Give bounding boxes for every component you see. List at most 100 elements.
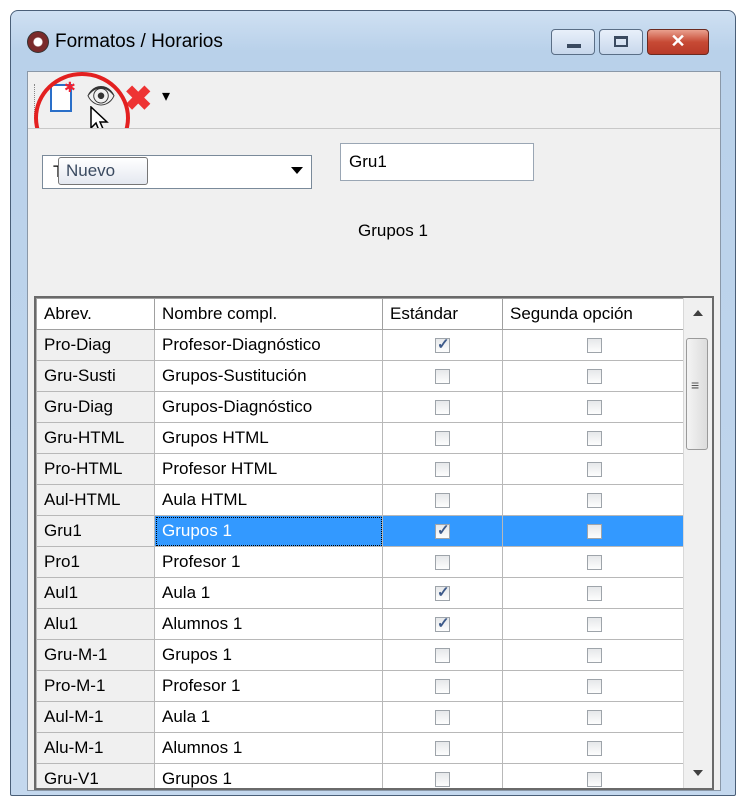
table-row[interactable]: Gru-V1 Grupos 1 bbox=[36, 763, 687, 788]
row-abbr-cell[interactable]: Gru-Diag bbox=[36, 391, 155, 423]
row-name-cell[interactable]: Grupos 1 bbox=[154, 639, 383, 671]
row-name-cell[interactable]: Grupos-Diagnóstico bbox=[154, 391, 383, 423]
standard-checkbox[interactable] bbox=[435, 493, 450, 509]
second-option-checkbox[interactable] bbox=[587, 369, 602, 385]
row-abbr-cell[interactable]: Pro-M-1 bbox=[36, 670, 155, 702]
second-option-checkbox[interactable] bbox=[587, 431, 602, 447]
row-standard-cell bbox=[382, 391, 503, 423]
standard-checkbox[interactable] bbox=[435, 555, 450, 571]
row-abbr-cell[interactable]: Aul1 bbox=[36, 577, 155, 609]
table-row[interactable]: Pro-Diag Profesor-Diagnóstico bbox=[36, 329, 687, 361]
standard-checkbox[interactable] bbox=[435, 521, 450, 540]
row-abbr-cell[interactable]: Gru-HTML bbox=[36, 422, 155, 454]
table-row[interactable]: Aul-HTML Aula HTML bbox=[36, 484, 687, 516]
second-option-checkbox[interactable] bbox=[587, 617, 602, 633]
toolbar-dropdown-button[interactable]: ▾ bbox=[162, 80, 176, 120]
table-row[interactable]: Alu-M-1 Alumnos 1 bbox=[36, 732, 687, 764]
code-field[interactable] bbox=[340, 143, 534, 181]
row-name-cell[interactable]: Alumnos 1 bbox=[154, 732, 383, 764]
row-name-cell[interactable]: Aula HTML bbox=[154, 484, 383, 516]
column-header-standard[interactable]: Estándar bbox=[382, 298, 503, 330]
scroll-down-button[interactable] bbox=[684, 760, 712, 788]
row-abbr-cell[interactable]: Alu1 bbox=[36, 608, 155, 640]
standard-checkbox[interactable] bbox=[435, 614, 450, 633]
column-header-second-option[interactable]: Segunda opción bbox=[502, 298, 687, 330]
title-bar[interactable]: Formatos / Horarios ✕ bbox=[11, 11, 735, 71]
row-abbr-cell[interactable]: Pro-Diag bbox=[36, 329, 155, 361]
table-row[interactable]: Gru-M-1 Grupos 1 bbox=[36, 639, 687, 671]
table-row[interactable]: Aul-M-1 Aula 1 bbox=[36, 701, 687, 733]
row-second-option-cell bbox=[502, 732, 687, 764]
row-abbr-cell[interactable]: Alu-M-1 bbox=[36, 732, 155, 764]
standard-checkbox[interactable] bbox=[435, 741, 450, 757]
row-abbr-cell[interactable]: Pro1 bbox=[36, 546, 155, 578]
table-row[interactable]: Gru-HTML Grupos HTML bbox=[36, 422, 687, 454]
row-name-cell[interactable]: Profesor 1 bbox=[154, 546, 383, 578]
row-abbr-cell[interactable]: Gru1 bbox=[36, 515, 155, 547]
row-name-cell[interactable]: Profesor 1 bbox=[154, 670, 383, 702]
row-name-cell[interactable]: Aula 1 bbox=[154, 701, 383, 733]
scroll-up-button[interactable] bbox=[684, 298, 712, 326]
second-option-checkbox[interactable] bbox=[587, 648, 602, 664]
standard-checkbox[interactable] bbox=[435, 710, 450, 726]
full-name-caption: Grupos 1 bbox=[358, 221, 428, 240]
table-row[interactable]: Gru-Diag Grupos-Diagnóstico bbox=[36, 391, 687, 423]
row-standard-cell bbox=[382, 360, 503, 392]
second-option-checkbox[interactable] bbox=[587, 462, 602, 478]
row-abbr-cell[interactable]: Aul-HTML bbox=[36, 484, 155, 516]
row-standard-cell bbox=[382, 329, 503, 361]
chevron-down-icon[interactable] bbox=[291, 167, 303, 174]
code-input[interactable] bbox=[347, 146, 531, 178]
second-option-checkbox[interactable] bbox=[587, 586, 602, 602]
standard-checkbox[interactable] bbox=[435, 335, 450, 354]
close-button[interactable]: ✕ bbox=[647, 29, 709, 55]
row-name-cell[interactable]: Grupos 1 bbox=[154, 763, 383, 788]
standard-checkbox[interactable] bbox=[435, 583, 450, 602]
standard-checkbox[interactable] bbox=[435, 369, 450, 385]
standard-checkbox[interactable] bbox=[435, 400, 450, 416]
second-option-checkbox[interactable] bbox=[587, 524, 602, 540]
row-abbr-cell[interactable]: Gru-Susti bbox=[36, 360, 155, 392]
row-name-cell[interactable]: Grupos HTML bbox=[154, 422, 383, 454]
row-abbr-cell[interactable]: Gru-V1 bbox=[36, 763, 155, 788]
standard-checkbox[interactable] bbox=[435, 462, 450, 478]
tooltip-nuevo: Nuevo bbox=[58, 157, 148, 185]
minimize-button[interactable] bbox=[551, 29, 595, 55]
dropdown-arrow-icon: ▾ bbox=[162, 88, 171, 105]
row-name-cell[interactable]: Grupos-Sustitución bbox=[154, 360, 383, 392]
row-name-cell[interactable]: Aula 1 bbox=[154, 577, 383, 609]
column-header-abbr[interactable]: Abrev. bbox=[36, 298, 155, 330]
second-option-checkbox[interactable] bbox=[587, 710, 602, 726]
second-option-checkbox[interactable] bbox=[587, 400, 602, 416]
second-option-checkbox[interactable] bbox=[587, 493, 602, 509]
table-row[interactable]: Pro-M-1 Profesor 1 bbox=[36, 670, 687, 702]
standard-checkbox[interactable] bbox=[435, 679, 450, 695]
table-row[interactable]: Pro1 Profesor 1 bbox=[36, 546, 687, 578]
maximize-button[interactable] bbox=[599, 29, 643, 55]
second-option-checkbox[interactable] bbox=[587, 741, 602, 757]
second-option-checkbox[interactable] bbox=[587, 555, 602, 571]
table-row[interactable]: Pro-HTML Profesor HTML bbox=[36, 453, 687, 485]
standard-checkbox[interactable] bbox=[435, 648, 450, 664]
table-row[interactable]: Alu1 Alumnos 1 bbox=[36, 608, 687, 640]
second-option-checkbox[interactable] bbox=[587, 679, 602, 695]
table-row[interactable]: Aul1 Aula 1 bbox=[36, 577, 687, 609]
row-standard-cell bbox=[382, 763, 503, 788]
table-row[interactable]: Gru-Susti Grupos-Sustitución bbox=[36, 360, 687, 392]
standard-checkbox[interactable] bbox=[435, 431, 450, 447]
row-name-cell[interactable]: Profesor-Diagnóstico bbox=[154, 329, 383, 361]
scroll-thumb[interactable] bbox=[686, 338, 708, 450]
column-header-name[interactable]: Nombre compl. bbox=[154, 298, 383, 330]
row-name-cell[interactable]: Alumnos 1 bbox=[154, 608, 383, 640]
row-abbr-cell[interactable]: Aul-M-1 bbox=[36, 701, 155, 733]
standard-checkbox[interactable] bbox=[435, 772, 450, 788]
row-name-cell[interactable]: Grupos 1 bbox=[154, 515, 383, 547]
row-abbr-cell[interactable]: Gru-M-1 bbox=[36, 639, 155, 671]
row-name-cell[interactable]: Profesor HTML bbox=[154, 453, 383, 485]
second-option-checkbox[interactable] bbox=[587, 338, 602, 354]
second-option-checkbox[interactable] bbox=[587, 772, 602, 788]
table-row[interactable]: Gru1 Grupos 1 bbox=[36, 515, 687, 547]
row-second-option-cell bbox=[502, 360, 687, 392]
row-abbr-cell[interactable]: Pro-HTML bbox=[36, 453, 155, 485]
vertical-scrollbar[interactable] bbox=[683, 298, 712, 788]
